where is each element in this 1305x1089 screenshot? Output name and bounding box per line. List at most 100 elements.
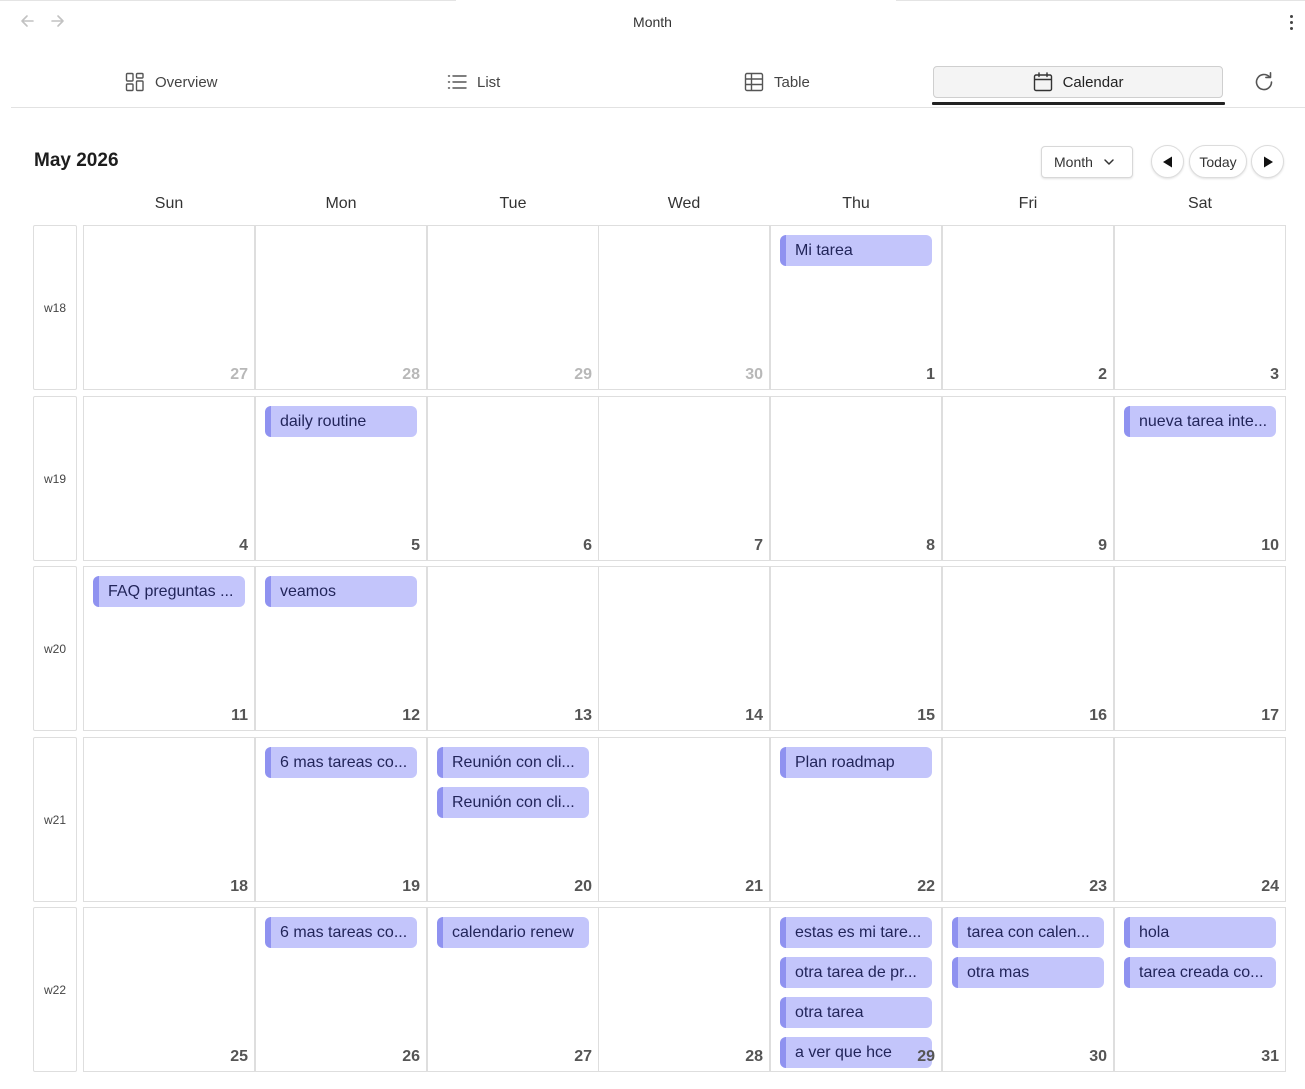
today-button[interactable]: Today <box>1189 145 1247 178</box>
tab-table-label: Table <box>774 73 810 91</box>
calendar-event[interactable]: tarea creada co... <box>1124 957 1276 988</box>
calendar-event[interactable]: tarea con calen... <box>952 917 1104 948</box>
day-cell-fri[interactable]: 23 <box>942 737 1114 902</box>
calendar-event[interactable]: Reunión con cli... <box>437 787 589 818</box>
day-cell-tue[interactable]: calendario renew 27 <box>427 907 599 1072</box>
calendar-event[interactable]: a ver que hce <box>780 1037 932 1068</box>
day-cell-fri[interactable]: tarea con calen... otra mas 30 <box>942 907 1114 1072</box>
day-cell-mon[interactable]: daily routine 5 <box>255 396 427 561</box>
more-options-button[interactable] <box>1285 12 1297 32</box>
calendar-event[interactable]: otra mas <box>952 957 1104 988</box>
day-number: 29 <box>917 1048 935 1065</box>
day-number: 28 <box>402 366 420 383</box>
day-cell-fri[interactable]: 2 <box>942 225 1114 390</box>
calendar-event[interactable]: 6 mas tareas co... <box>265 747 417 778</box>
day-number: 30 <box>1089 1048 1107 1065</box>
day-cell-thu[interactable]: Plan roadmap 22 <box>770 737 942 902</box>
previous-month-button[interactable] <box>1151 145 1184 178</box>
tab-calendar[interactable]: Calendar <box>933 66 1223 98</box>
calendar-event[interactable]: Reunión con cli... <box>437 747 589 778</box>
day-number: 29 <box>574 366 592 383</box>
calendar-icon <box>1033 72 1052 92</box>
day-cell-wed[interactable]: 14 <box>598 566 770 731</box>
tab-overview-label: Overview <box>155 73 218 91</box>
day-number: 31 <box>1261 1048 1279 1065</box>
day-number: 28 <box>745 1048 763 1065</box>
day-cell-thu[interactable]: estas es mi tare... otra tarea de pr... ot… <box>770 907 942 1072</box>
day-number: 8 <box>926 537 935 554</box>
day-number: 6 <box>583 537 592 554</box>
day-cell-thu[interactable]: 15 <box>770 566 942 731</box>
calendar-event[interactable]: daily routine <box>265 406 417 437</box>
calendar-event[interactable]: estas es mi tare... <box>780 917 932 948</box>
day-cell-sun[interactable]: 25 <box>83 907 255 1072</box>
top-divider-right <box>896 0 1305 1</box>
calendar-event[interactable]: otra tarea de pr... <box>780 957 932 988</box>
day-cell-fri[interactable]: 9 <box>942 396 1114 561</box>
day-number: 13 <box>574 707 592 724</box>
day-cell-mon[interactable]: 6 mas tareas co... 26 <box>255 907 427 1072</box>
week-number-label: w18 <box>33 225 77 390</box>
calendar-event[interactable]: calendario renew <box>437 917 589 948</box>
day-number: 15 <box>917 707 935 724</box>
calendar-event[interactable]: veamos <box>265 576 417 607</box>
view-mode-select[interactable]: Month <box>1041 146 1133 178</box>
day-cell-mon[interactable]: 6 mas tareas co... 19 <box>255 737 427 902</box>
tab-table[interactable]: Table <box>744 64 810 100</box>
calendar-event[interactable]: FAQ preguntas ... <box>93 576 245 607</box>
day-cell-sat[interactable]: 24 <box>1114 737 1286 902</box>
day-number: 30 <box>745 366 763 383</box>
day-cell-tue[interactable]: 6 <box>427 396 599 561</box>
calendar-event[interactable]: otra tarea <box>780 997 932 1028</box>
day-number: 21 <box>745 878 763 895</box>
calendar-event[interactable]: 6 mas tareas co... <box>265 917 417 948</box>
day-cell-wed[interactable]: 28 <box>598 907 770 1072</box>
week-number-label: w20 <box>33 566 77 731</box>
tab-calendar-label: Calendar <box>1062 73 1124 91</box>
day-cell-mon[interactable]: veamos 12 <box>255 566 427 731</box>
tab-list-label: List <box>477 73 501 91</box>
calendar-event[interactable]: hola <box>1124 917 1276 948</box>
day-number: 25 <box>230 1048 248 1065</box>
refresh-button[interactable] <box>1252 70 1276 94</box>
day-cell-sun[interactable]: 27 <box>83 225 255 390</box>
tab-overview[interactable]: Overview <box>125 64 218 100</box>
day-cell-sat[interactable]: hola tarea creada co... 31 <box>1114 907 1286 1072</box>
view-mode-value: Month <box>1054 154 1093 170</box>
day-number: 2 <box>1098 366 1107 383</box>
week-number-label: w22 <box>33 907 77 1072</box>
day-cell-sat[interactable]: nueva tarea inte... 10 <box>1114 396 1286 561</box>
day-cell-mon[interactable]: 28 <box>255 225 427 390</box>
day-cell-sun[interactable]: 18 <box>83 737 255 902</box>
day-cell-wed[interactable]: 21 <box>598 737 770 902</box>
tab-list[interactable]: List <box>447 64 500 100</box>
day-cell-tue[interactable]: 29 <box>427 225 599 390</box>
day-number: 22 <box>917 878 935 895</box>
day-number: 3 <box>1270 366 1279 383</box>
day-number: 27 <box>574 1048 592 1065</box>
day-cell-tue[interactable]: Reunión con cli... Reunión con cli... 20 <box>427 737 599 902</box>
day-number: 20 <box>574 878 592 895</box>
day-cell-tue[interactable]: 13 <box>427 566 599 731</box>
calendar-event[interactable]: Mi tarea <box>780 235 932 266</box>
day-cell-thu[interactable]: 8 <box>770 396 942 561</box>
day-cell-sun[interactable]: FAQ preguntas ... 11 <box>83 566 255 731</box>
day-cell-wed[interactable]: 7 <box>598 396 770 561</box>
calendar-month-title: May 2026 <box>34 150 119 171</box>
day-number: 16 <box>1089 707 1107 724</box>
triangle-right-icon <box>1263 156 1273 167</box>
triangle-left-icon <box>1162 156 1172 167</box>
day-cell-fri[interactable]: 16 <box>942 566 1114 731</box>
day-cell-wed[interactable]: 30 <box>598 225 770 390</box>
day-cell-sat[interactable]: 3 <box>1114 225 1286 390</box>
next-month-button[interactable] <box>1251 145 1284 178</box>
day-cell-sun[interactable]: 4 <box>83 396 255 561</box>
list-icon <box>447 75 467 89</box>
week-number-label: w21 <box>33 737 77 902</box>
day-cell-sat[interactable]: 17 <box>1114 566 1286 731</box>
top-divider-left <box>0 0 456 1</box>
day-number: 4 <box>239 537 248 554</box>
day-cell-thu[interactable]: Mi tarea 1 <box>770 225 942 390</box>
calendar-event[interactable]: nueva tarea inte... <box>1124 406 1276 437</box>
calendar-event[interactable]: Plan roadmap <box>780 747 932 778</box>
